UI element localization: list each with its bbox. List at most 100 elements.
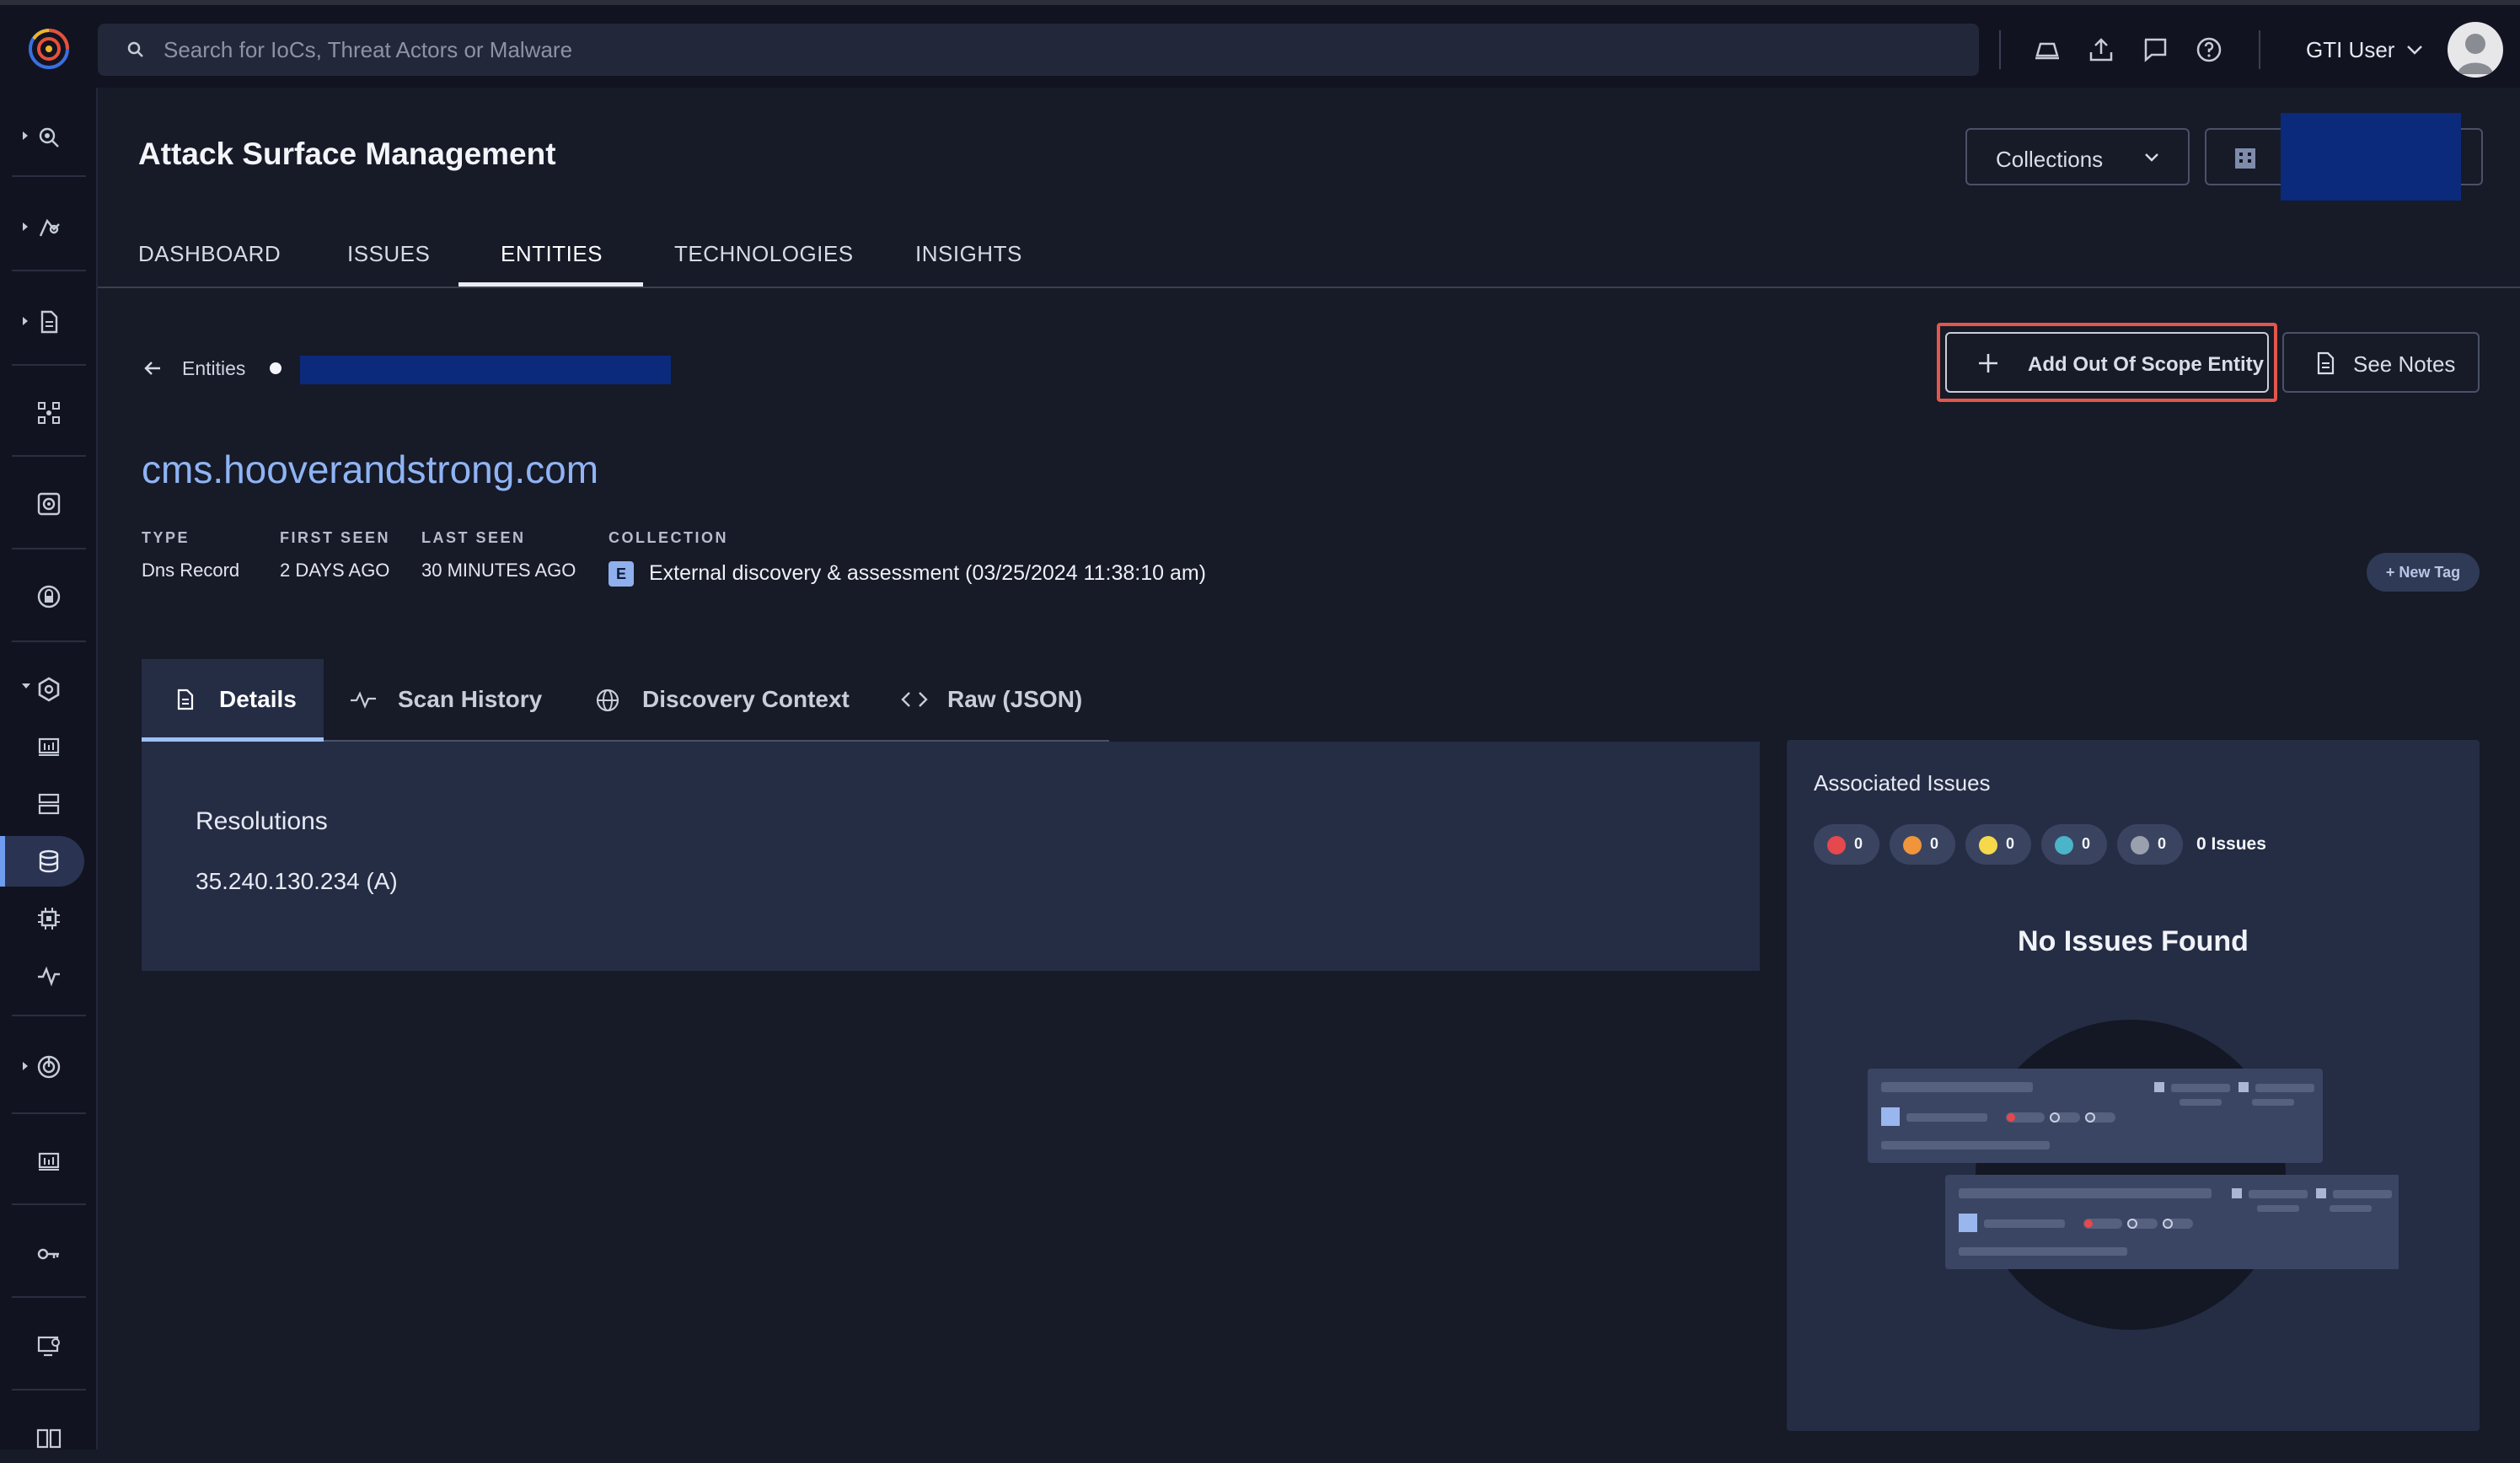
redacted-block [2281,113,2461,201]
search-radar-icon [35,123,62,150]
chart-screen-icon [35,1148,62,1175]
search-bar[interactable] [98,24,1979,76]
monitor-gear-icon [35,1333,62,1360]
activity-icon [349,688,378,711]
rail-divider [12,455,86,457]
chevron-down-icon[interactable] [2404,39,2426,61]
severity-dot [2055,836,2073,855]
code-icon [900,688,929,711]
app-logo-icon[interactable] [25,25,72,72]
key-icon [35,1241,62,1267]
tab-entities[interactable]: ENTITIES [458,241,644,287]
building-icon [2232,145,2259,172]
details-panel: Resolutions 35.240.130.234 (A) [142,742,1760,971]
user-name[interactable]: GTI User [2306,37,2394,63]
collections-dropdown[interactable]: Collections [1965,128,2190,185]
resolutions-title: Resolutions [196,807,328,835]
rail-divider [12,270,86,271]
note-icon [2313,351,2338,376]
rail-divider [12,1203,86,1205]
page-title: Attack Surface Management [138,137,556,171]
rail-divider [12,1389,86,1391]
rail-item-graph[interactable] [0,388,98,438]
avatar[interactable] [2448,22,2503,78]
severity-low-badge[interactable]: 0 [2041,824,2107,865]
tab-scan-history[interactable]: Scan History [349,659,551,742]
tab-scan-history-label: Scan History [398,686,543,712]
type-value: Dns Record [142,560,240,581]
chat-icon[interactable] [2141,35,2169,64]
tab-raw-json-label: Raw (JSON) [947,686,1083,712]
rail-item-docs[interactable] [0,1412,98,1463]
severity-info-badge[interactable]: 0 [2117,824,2183,865]
rail-item-threat-landscape[interactable] [0,111,98,162]
collection-value[interactable]: External discovery & assessment (03/25/2… [649,561,1206,586]
type-label: TYPE [142,529,190,546]
database-icon [35,848,62,875]
search-input[interactable] [162,24,1932,76]
new-tag-button[interactable]: + New Tag [2367,553,2480,592]
toolbar-divider [2259,30,2260,69]
server-icon [35,790,62,817]
graph-nodes-icon [35,399,62,426]
dashboard-icon [35,733,62,760]
severity-medium-badge[interactable]: 0 [1965,824,2031,865]
rail-item-analytics[interactable] [0,1136,98,1187]
issues-total: 0 Issues [2196,834,2266,854]
rail-item-insights[interactable] [0,951,98,1001]
rail-divider [12,1015,86,1016]
rail-item-issues[interactable] [0,779,98,829]
plus-icon [1976,351,2001,376]
rail-item-settings[interactable] [0,1321,98,1372]
lock-icon [35,583,62,610]
tab-dashboard[interactable]: DASHBOARD [138,241,281,287]
rail-divider [12,364,86,366]
chip-icon [35,905,62,932]
tab-raw-json[interactable]: Raw (JSON) [900,659,1094,742]
add-out-of-scope-entity-button[interactable]: Add Out Of Scope Entity [1945,332,2269,393]
severity-high-badge[interactable]: 0 [1890,824,1955,865]
rail-item-reports[interactable] [0,297,98,347]
tab-issues[interactable]: ISSUES [347,241,430,287]
rail-item-technologies[interactable] [0,893,98,944]
rail-item-asm[interactable] [0,664,98,715]
hexagon-icon [35,676,62,703]
rail-item-monitoring[interactable] [0,479,98,529]
entity-name: cms.hooverandstrong.com [142,447,599,491]
severity-count: 0 [2082,835,2091,852]
severity-count: 0 [2006,835,2015,852]
rail-item-entities[interactable] [0,836,84,887]
rail-divider [12,1112,86,1114]
tab-insights[interactable]: INSIGHTS [915,241,1022,287]
tab-details[interactable]: Details [142,659,324,742]
severity-dot [1827,836,1846,855]
rail-divider [12,1296,86,1298]
add-out-of-scope-entity-label: Add Out Of Scope Entity [2028,353,2264,376]
first-seen-value: 2 DAYS AGO [280,560,390,581]
severity-count: 0 [2158,835,2167,852]
threat-hunting-icon[interactable] [2033,35,2062,64]
help-icon[interactable] [2195,35,2223,64]
breadcrumb-entities[interactable]: Entities [182,357,245,380]
last-seen-value: 30 MINUTES AGO [421,560,576,581]
severity-critical-badge[interactable]: 0 [1814,824,1879,865]
see-notes-button[interactable]: See Notes [2282,332,2480,393]
redacted-block [300,356,671,384]
rail-divider [12,548,86,549]
back-arrow-icon[interactable] [142,357,164,379]
breadcrumb-separator [270,362,281,374]
see-notes-label: See Notes [2353,351,2456,377]
rail-item-security[interactable] [0,571,98,622]
rail-divider [12,640,86,642]
rail-item-dashboard[interactable] [0,721,98,772]
rail-item-threat-profile[interactable] [0,1042,98,1092]
resolution-value[interactable]: 35.240.130.234 (A) [196,868,398,895]
rail-divider [12,175,86,177]
upload-icon[interactable] [2087,35,2115,64]
tab-technologies[interactable]: TECHNOLOGIES [674,241,854,287]
tab-discovery-context[interactable]: Discovery Context [595,659,865,742]
rail-item-api-keys[interactable] [0,1229,98,1279]
radar-icon [35,1053,62,1080]
rail-item-hunting[interactable] [0,202,98,253]
empty-state-illustration [1868,1015,2399,1335]
